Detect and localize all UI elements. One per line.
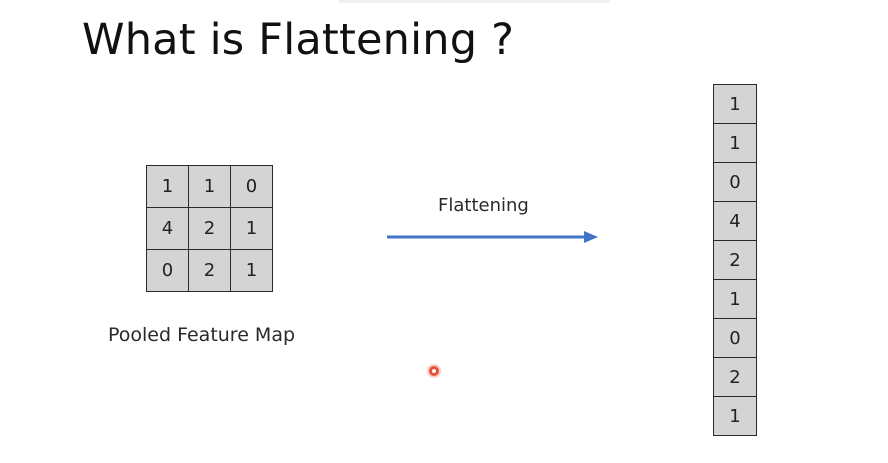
vector-cell-1: 1 <box>714 85 756 124</box>
vector-cell-4: 4 <box>714 202 756 241</box>
vector-cell-8: 2 <box>714 358 756 397</box>
flattening-arrow-icon <box>387 231 598 243</box>
grid-cell-r3-c3: 1 <box>231 250 273 292</box>
grid-cell-r3-c2: 2 <box>189 250 231 292</box>
grid-cell-r2-c3: 1 <box>231 208 273 250</box>
grid-cell-r3-c1: 0 <box>147 250 189 292</box>
flattening-arrow-label: Flattening <box>438 195 529 216</box>
vector-cell-2: 1 <box>714 124 756 163</box>
vector-cell-6: 1 <box>714 280 756 319</box>
vector-cell-5: 2 <box>714 241 756 280</box>
grid-cell-r1-c1: 1 <box>147 166 189 208</box>
flattened-vector-column: 1 1 0 4 2 1 0 2 1 <box>713 84 757 436</box>
arrow-head <box>584 231 598 243</box>
window-top-edge <box>338 0 610 3</box>
presenter-pointer-icon <box>429 366 439 376</box>
vector-cell-3: 0 <box>714 163 756 202</box>
pooled-feature-map-caption: Pooled Feature Map <box>108 324 296 346</box>
grid-cell-r1-c3: 0 <box>231 166 273 208</box>
grid-cell-r1-c2: 1 <box>189 166 231 208</box>
grid-cell-r2-c1: 4 <box>147 208 189 250</box>
vector-cell-7: 0 <box>714 319 756 358</box>
pooled-feature-map-grid: 1 1 0 4 2 1 0 2 1 <box>146 165 273 292</box>
grid-cell-r2-c2: 2 <box>189 208 231 250</box>
vector-cell-9: 1 <box>714 397 756 436</box>
slide-title: What is Flattening ? <box>82 15 515 65</box>
